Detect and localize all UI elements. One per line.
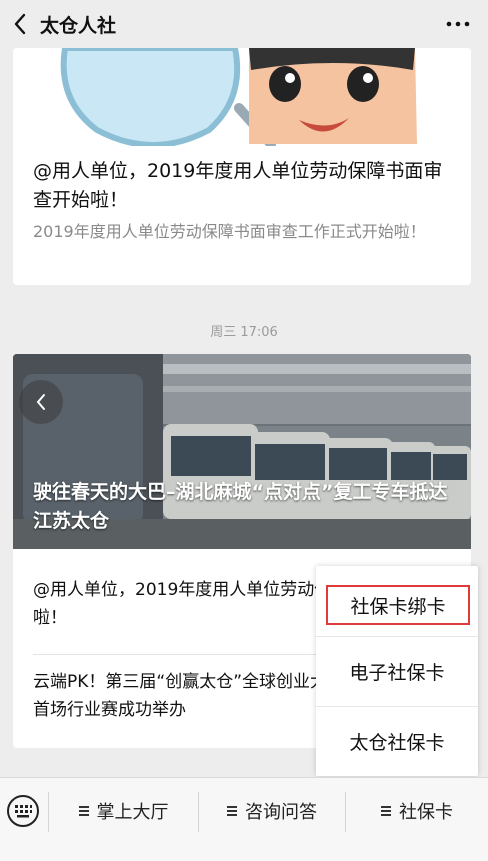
page-title: 太仓人社: [40, 14, 117, 37]
menu-item-social-card-binding[interactable]: 社保卡绑卡: [326, 585, 470, 625]
message-timestamp: 周三 17:06: [210, 325, 278, 340]
ellipsis-icon: [446, 21, 470, 27]
cover-article-title: 驶往春天的大巴–湖北麻城“点对点”复工专车抵达江苏太仓: [33, 481, 448, 532]
menu-tab-label: 咨询问答: [245, 802, 317, 823]
menu-tab-label: 掌上大厅: [96, 802, 169, 823]
back-button[interactable]: [0, 0, 40, 48]
article-headline[interactable]: @用人单位，2019年度用人单位劳动保障书面审查开始啦！: [33, 157, 458, 215]
menu-lines-icon: [78, 804, 89, 818]
top-navigation-bar: 太仓人社: [0, 0, 488, 48]
carousel-prev-button[interactable]: [19, 380, 63, 424]
cover-article[interactable]: 驶往春天的大巴–湖北麻城“点对点”复工专车抵达江苏太仓: [13, 354, 471, 549]
keyboard-toggle-button[interactable]: [0, 778, 46, 844]
article-illustration: [13, 48, 471, 146]
menu-lines-icon: [381, 804, 391, 818]
submenu-popup: 社保卡绑卡 电子社保卡 太仓社保卡: [316, 566, 478, 776]
more-button[interactable]: [442, 12, 474, 36]
bottom-menu-bar: 掌上大厅 咨询问答 社保卡: [0, 777, 488, 861]
menu-item-taicang-social-card[interactable]: 太仓社保卡: [316, 706, 478, 776]
menu-tab-social-card[interactable]: 社保卡: [346, 778, 488, 844]
menu-item-electronic-social-card[interactable]: 电子社保卡: [316, 636, 478, 706]
menu-tab-qa[interactable]: 咨询问答: [199, 778, 345, 844]
menu-lines-icon: [227, 804, 237, 818]
menu-tab-hall[interactable]: 掌上大厅: [49, 778, 198, 844]
menu-tab-label: 社保卡: [399, 802, 453, 823]
keyboard-icon: [7, 795, 39, 827]
chevron-left-icon: [36, 394, 45, 410]
article-summary: 2019年度用人单位劳动保障书面审查工作正式开始啦！: [33, 222, 426, 241]
chevron-left-icon: [14, 13, 26, 35]
article-card[interactable]: @用人单位，2019年度用人单位劳动保障书面审查开始啦！ 2019年度用人单位劳…: [13, 48, 471, 285]
